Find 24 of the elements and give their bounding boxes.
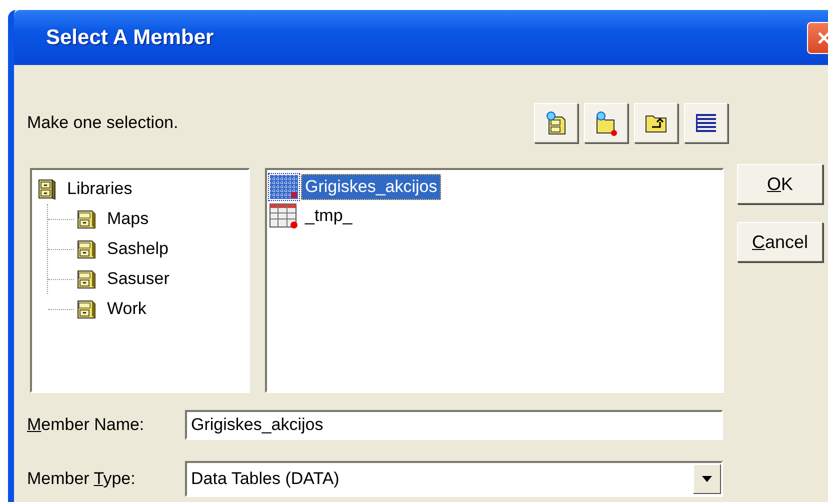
prompt-text: Make one selection. <box>27 113 180 133</box>
dialog-button[interactable]: OK <box>737 164 823 204</box>
member-type-dropdown[interactable]: Data Tables (DATA) <box>185 461 723 497</box>
table-icon <box>269 202 299 228</box>
dotted-grid-icon <box>269 174 299 200</box>
dialog-button[interactable]: Cancel <box>737 222 823 262</box>
caret-icon <box>702 476 712 482</box>
toolbar-button[interactable] <box>584 103 628 143</box>
tree-item[interactable]: Maps <box>74 204 151 234</box>
member-item[interactable]: _tmp_ <box>269 201 356 230</box>
toolbar-button[interactable] <box>534 103 578 143</box>
tree-item[interactable]: Work <box>74 294 148 324</box>
toolbar-button[interactable] <box>684 103 728 143</box>
field-label: Member Name: <box>27 415 146 435</box>
tree-item[interactable]: Sasuser <box>74 264 172 294</box>
tree-item[interactable]: Libraries <box>36 174 134 204</box>
dropdown-button[interactable] <box>693 464 721 494</box>
toolbar-button[interactable] <box>634 103 678 143</box>
close-icon <box>816 30 828 46</box>
member-name-field[interactable]: Grigiskes_akcijos <box>185 410 723 440</box>
file-cabinet-icon <box>36 178 58 200</box>
field-label: Member Type: <box>27 469 136 489</box>
window-title: Select A Member <box>46 26 214 50</box>
tree-item[interactable]: Sashelp <box>74 234 170 264</box>
